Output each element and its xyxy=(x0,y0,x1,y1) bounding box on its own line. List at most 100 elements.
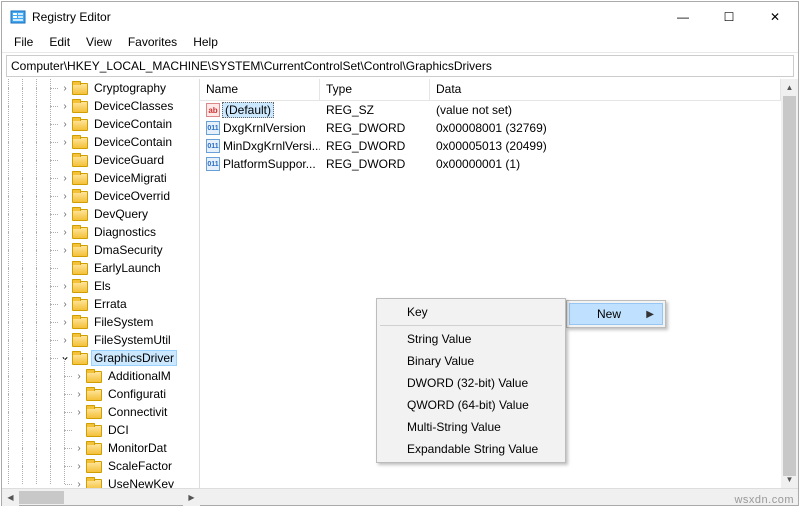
context-menu-item[interactable]: Binary Value xyxy=(379,350,563,372)
list-row[interactable]: 011MinDxgKrnlVersi...REG_DWORD0x00005013… xyxy=(200,137,781,155)
tree-node[interactable]: ›DeviceContain xyxy=(2,133,199,151)
chevron-right-icon[interactable]: › xyxy=(58,83,72,94)
column-name[interactable]: Name xyxy=(200,79,320,100)
tree-node[interactable]: ›FileSystemUtil xyxy=(2,331,199,349)
tree-node[interactable]: › UseNewKey xyxy=(2,475,199,488)
menu-separator xyxy=(380,325,562,326)
value-name: (Default) xyxy=(222,102,274,118)
tree-label: GraphicsDriver xyxy=(91,350,177,366)
minimize-button[interactable]: — xyxy=(660,2,706,32)
menubar: File Edit View Favorites Help xyxy=(2,32,798,53)
titlebar: Registry Editor — ☐ ✕ xyxy=(2,2,798,32)
value-data: 0x00000001 (1) xyxy=(430,157,781,171)
context-menu-item[interactable]: QWORD (64-bit) Value xyxy=(379,394,563,416)
context-menu-new[interactable]: New ▶ xyxy=(569,303,663,325)
address-bar[interactable]: Computer\HKEY_LOCAL_MACHINE\SYSTEM\Curre… xyxy=(6,55,794,77)
tree-node[interactable]: ›AdditionalM xyxy=(2,367,199,385)
chevron-right-icon[interactable]: › xyxy=(58,335,72,346)
folder-icon xyxy=(72,171,88,185)
folder-icon xyxy=(72,351,88,365)
list-row[interactable]: ab(Default)REG_SZ(value not set) xyxy=(200,101,781,119)
column-type[interactable]: Type xyxy=(320,79,430,100)
scroll-right-button[interactable]: ▶ xyxy=(183,489,200,506)
tree-node[interactable]: ›DeviceClasses xyxy=(2,97,199,115)
folder-icon xyxy=(72,261,88,275)
tree-label: Diagnostics xyxy=(91,224,159,240)
tree-label: UseNewKey xyxy=(105,476,177,488)
tree-node[interactable]: ›ScaleFactor xyxy=(2,457,199,475)
context-menu-item[interactable]: DWORD (32-bit) Value xyxy=(379,372,563,394)
tree-node[interactable]: ⌄ GraphicsDriver xyxy=(2,349,199,367)
menu-favorites[interactable]: Favorites xyxy=(120,33,185,51)
list-row[interactable]: 011PlatformSuppor...REG_DWORD0x00000001 … xyxy=(200,155,781,173)
chevron-right-icon[interactable]: › xyxy=(58,227,72,238)
folder-icon xyxy=(72,279,88,293)
tree-node[interactable]: ›Cryptography xyxy=(2,79,199,97)
value-type: REG_DWORD xyxy=(320,139,430,153)
scroll-thumb-horizontal[interactable] xyxy=(19,491,64,504)
scroll-up-button[interactable]: ▲ xyxy=(781,79,798,96)
menu-view[interactable]: View xyxy=(78,33,120,51)
chevron-right-icon[interactable]: › xyxy=(58,281,72,292)
chevron-right-icon[interactable]: › xyxy=(58,299,72,310)
value-data: 0x00005013 (20499) xyxy=(430,139,781,153)
context-menu-item[interactable]: String Value xyxy=(379,328,563,350)
tree-node[interactable]: DCI xyxy=(2,421,199,439)
tree-node[interactable]: › Diagnostics xyxy=(2,223,199,241)
context-menu-item[interactable]: Expandable String Value xyxy=(379,438,563,460)
context-submenu-new[interactable]: Key String ValueBinary ValueDWORD (32-bit… xyxy=(376,298,566,463)
tree-node[interactable]: ›DmaSecurity xyxy=(2,241,199,259)
chevron-right-icon: ▶ xyxy=(646,309,654,320)
tree-node[interactable]: ›Els xyxy=(2,277,199,295)
chevron-right-icon[interactable]: › xyxy=(72,407,86,418)
list-row[interactable]: 011DxgKrnlVersionREG_DWORD0x00008001 (32… xyxy=(200,119,781,137)
list-header: Name Type Data xyxy=(200,79,781,101)
chevron-right-icon[interactable]: › xyxy=(58,101,72,112)
close-button[interactable]: ✕ xyxy=(752,2,798,32)
scroll-left-button[interactable]: ◀ xyxy=(2,489,19,506)
tree-horizontal-scrollbar[interactable]: ◀ ▶ xyxy=(2,488,798,505)
tree-node[interactable]: ›MonitorDat xyxy=(2,439,199,457)
chevron-right-icon[interactable]: › xyxy=(58,137,72,148)
chevron-right-icon[interactable]: › xyxy=(58,245,72,256)
tree-label: DeviceMigrati xyxy=(91,170,170,186)
tree-node[interactable]: DeviceGuard xyxy=(2,151,199,169)
context-menu-item[interactable]: Multi-String Value xyxy=(379,416,563,438)
chevron-right-icon[interactable]: › xyxy=(72,371,86,382)
chevron-right-icon[interactable]: › xyxy=(58,191,72,202)
scroll-thumb-vertical[interactable] xyxy=(783,96,796,476)
chevron-right-icon[interactable]: › xyxy=(72,443,86,454)
string-value-icon: ab xyxy=(206,103,220,117)
tree-node[interactable]: ›DevQuery xyxy=(2,205,199,223)
folder-icon xyxy=(72,207,88,221)
context-menu[interactable]: New ▶ xyxy=(566,300,666,328)
tree-node[interactable]: › DeviceMigrati xyxy=(2,169,199,187)
tree-node[interactable]: ›Configurati xyxy=(2,385,199,403)
tree-node[interactable]: ›Connectivit xyxy=(2,403,199,421)
menu-help[interactable]: Help xyxy=(185,33,226,51)
tree-node[interactable]: ›Errata xyxy=(2,295,199,313)
chevron-right-icon[interactable]: › xyxy=(58,119,72,130)
chevron-right-icon[interactable]: › xyxy=(72,389,86,400)
chevron-down-icon[interactable]: ⌄ xyxy=(58,349,72,363)
tree-node[interactable]: ›FileSystem xyxy=(2,313,199,331)
menu-file[interactable]: File xyxy=(6,33,41,51)
folder-icon xyxy=(86,477,102,488)
chevron-right-icon[interactable]: › xyxy=(58,173,72,184)
folder-icon xyxy=(72,135,88,149)
tree-node[interactable]: ›DeviceOverrid xyxy=(2,187,199,205)
context-menu-item[interactable]: Key xyxy=(379,301,563,323)
chevron-right-icon[interactable]: › xyxy=(72,479,86,489)
value-type: REG_SZ xyxy=(320,103,430,117)
tree-node[interactable]: EarlyLaunch xyxy=(2,259,199,277)
folder-icon xyxy=(86,459,102,473)
menu-edit[interactable]: Edit xyxy=(41,33,78,51)
tree-label: DeviceGuard xyxy=(91,152,167,168)
tree-node[interactable]: ›DeviceContain xyxy=(2,115,199,133)
chevron-right-icon[interactable]: › xyxy=(58,209,72,220)
chevron-right-icon[interactable]: › xyxy=(72,461,86,472)
column-data[interactable]: Data xyxy=(430,79,781,100)
chevron-right-icon[interactable]: › xyxy=(58,317,72,328)
list-vertical-scrollbar[interactable]: ▲ ▼ xyxy=(781,79,798,488)
maximize-button[interactable]: ☐ xyxy=(706,2,752,32)
